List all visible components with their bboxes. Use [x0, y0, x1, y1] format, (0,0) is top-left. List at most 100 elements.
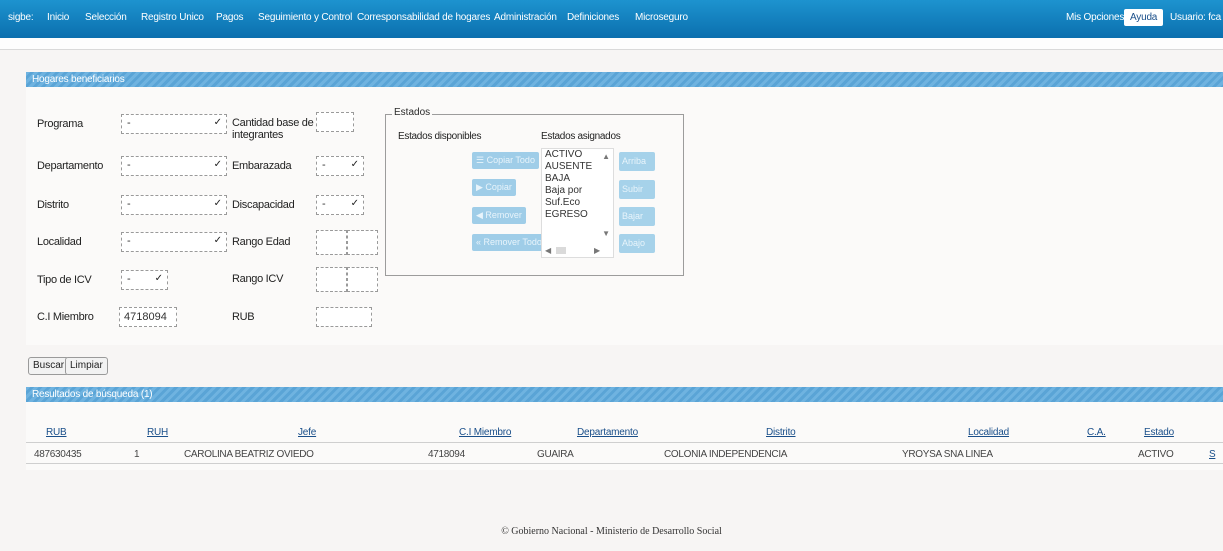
cell-jefe: CAROLINA BEATRIZ OVIEDO: [184, 449, 314, 460]
col-header-estado[interactable]: Estado: [1144, 427, 1174, 438]
move-down-button[interactable]: Bajar: [619, 207, 655, 226]
localidad-select[interactable]: - ✓: [121, 232, 227, 252]
move-top-label: Arriba: [622, 156, 647, 166]
col-header-ca[interactable]: C.A.: [1087, 427, 1106, 438]
move-up-button[interactable]: Subir: [619, 180, 655, 199]
nav-definiciones[interactable]: Definiciones: [567, 12, 619, 23]
label-embarazada: Embarazada: [232, 160, 292, 172]
label-cantidad-base: Cantidad base de integrantes: [232, 117, 314, 141]
list-item[interactable]: AUSENTE: [542, 161, 613, 173]
move-top-button[interactable]: Arriba: [619, 152, 655, 171]
remove-all-label: Remover Todo: [483, 237, 542, 247]
col-header-rub[interactable]: RUB: [46, 427, 67, 438]
scroll-down-icon[interactable]: ▼: [602, 229, 610, 238]
top-navigation-bar: sigbe: Inicio Selección Registro Unico P…: [0, 0, 1223, 38]
list-item[interactable]: Baja por Suf.Eco: [542, 185, 613, 209]
estados-disponibles-label: Estados disponibles: [398, 131, 482, 142]
user-label: Usuario: fca: [1170, 12, 1221, 23]
copy-button[interactable]: ▶ Copiar: [472, 179, 516, 196]
nav-registro-unico[interactable]: Registro Unico: [141, 12, 204, 23]
remove-all-button[interactable]: « Remover Todo: [472, 234, 546, 251]
nav-corresponsabilidad[interactable]: Corresponsabilidad de hogares: [357, 12, 490, 23]
embarazada-select[interactable]: - ✓: [316, 156, 364, 176]
label-rango-icv: Rango ICV: [232, 273, 284, 285]
rango-edad-max-input[interactable]: [347, 230, 378, 255]
list-item[interactable]: EGRESO: [542, 209, 613, 221]
label-rango-edad: Rango Edad: [232, 236, 291, 248]
copy-all-label: Copiar Todo: [486, 155, 535, 165]
chevron-down-icon: ✓: [213, 235, 222, 246]
remove-button[interactable]: ◀ Remover: [472, 207, 526, 224]
chevron-down-icon: ✓: [154, 273, 163, 284]
search-button[interactable]: Buscar: [28, 357, 70, 375]
chevron-down-icon: ✓: [350, 198, 359, 209]
label-cantidad-base-line2: integrantes: [232, 129, 284, 141]
nav-inicio[interactable]: Inicio: [47, 12, 69, 23]
col-header-departamento[interactable]: Departamento: [577, 427, 638, 438]
distrito-value: -: [127, 198, 131, 210]
nav-mis-opciones[interactable]: Mis Opciones: [1066, 12, 1124, 23]
col-header-localidad[interactable]: Localidad: [968, 427, 1009, 438]
departamento-select[interactable]: - ✓: [121, 156, 227, 176]
programa-select[interactable]: - ✓: [121, 114, 227, 134]
estados-asignados-list[interactable]: ACTIVO AUSENTE BAJA Baja por Suf.Eco EGR…: [541, 148, 614, 258]
move-up-label: Subir: [622, 184, 644, 194]
row-divider: [26, 442, 1223, 443]
nav-seguimiento-control[interactable]: Seguimiento y Control: [258, 12, 352, 23]
clear-button[interactable]: Limpiar: [65, 357, 108, 375]
cimiembro-input[interactable]: 4718094: [119, 307, 177, 327]
chevron-down-icon: ✓: [213, 198, 222, 209]
cell-cimiembro: 4718094: [428, 449, 465, 460]
discapacidad-select[interactable]: - ✓: [316, 195, 364, 215]
localidad-value: -: [127, 235, 131, 247]
rango-edad-min-input[interactable]: [316, 230, 347, 255]
copy-label: Copiar: [485, 182, 512, 192]
col-header-ruh[interactable]: RUH: [147, 427, 168, 438]
label-programa: Programa: [37, 118, 83, 130]
cell-ruh: 1: [134, 449, 140, 460]
horizontal-scrollbar-thumb[interactable]: [556, 247, 566, 254]
nav-ayuda[interactable]: Ayuda: [1124, 9, 1164, 26]
col-header-distrito[interactable]: Distrito: [766, 427, 796, 438]
chevron-down-icon: ✓: [213, 117, 222, 128]
cell-localidad: YROYSA SNA LINEA: [902, 449, 993, 460]
chevron-down-icon: ✓: [213, 159, 222, 170]
nav-pagos[interactable]: Pagos: [216, 12, 244, 23]
cell-departamento: GUAIRA: [537, 449, 574, 460]
programa-value: -: [127, 117, 131, 129]
rango-icv-min-input[interactable]: [316, 267, 347, 292]
label-cantidad-base-line1: Cantidad base de: [232, 117, 314, 129]
rub-input[interactable]: [316, 307, 372, 327]
cantidad-base-input[interactable]: [316, 112, 354, 132]
rango-icv-max-input[interactable]: [347, 267, 378, 292]
col-header-jefe[interactable]: Jefe: [298, 427, 316, 438]
filter-panel-header: Hogares beneficiarios: [26, 72, 1223, 87]
list-item[interactable]: BAJA: [542, 173, 613, 185]
nav-seleccion[interactable]: Selección: [85, 12, 127, 23]
col-header-cimiembro[interactable]: C.I Miembro: [459, 427, 511, 438]
nav-administracion[interactable]: Administración: [494, 12, 557, 23]
sub-bar: [0, 38, 1223, 50]
copy-all-button[interactable]: ☰ Copiar Todo: [472, 152, 539, 169]
scroll-up-icon[interactable]: ▲: [602, 152, 610, 161]
move-bottom-button[interactable]: Abajo: [619, 234, 655, 253]
row-select-link[interactable]: S: [1209, 449, 1216, 460]
app-brand: sigbe:: [8, 12, 34, 23]
departamento-value: -: [127, 159, 131, 171]
estados-legend: Estados: [392, 107, 433, 118]
cell-estado: ACTIVO: [1138, 449, 1174, 460]
cell-rub: 487630435: [34, 449, 82, 460]
move-bottom-label: Abajo: [622, 238, 646, 248]
distrito-select[interactable]: - ✓: [121, 195, 227, 215]
estados-asignados-label: Estados asignados: [541, 131, 621, 142]
scroll-left-icon[interactable]: ◀: [545, 246, 551, 255]
nav-microseguro[interactable]: Microseguro: [635, 12, 688, 23]
scroll-right-icon[interactable]: ▶: [594, 246, 600, 255]
discapacidad-value: -: [322, 198, 326, 210]
remove-label: Remover: [485, 210, 522, 220]
move-down-label: Bajar: [622, 211, 644, 221]
label-distrito: Distrito: [37, 199, 69, 211]
label-rub: RUB: [232, 311, 255, 323]
tipo-icv-select[interactable]: - ✓: [121, 270, 168, 290]
label-departamento: Departamento: [37, 160, 104, 172]
